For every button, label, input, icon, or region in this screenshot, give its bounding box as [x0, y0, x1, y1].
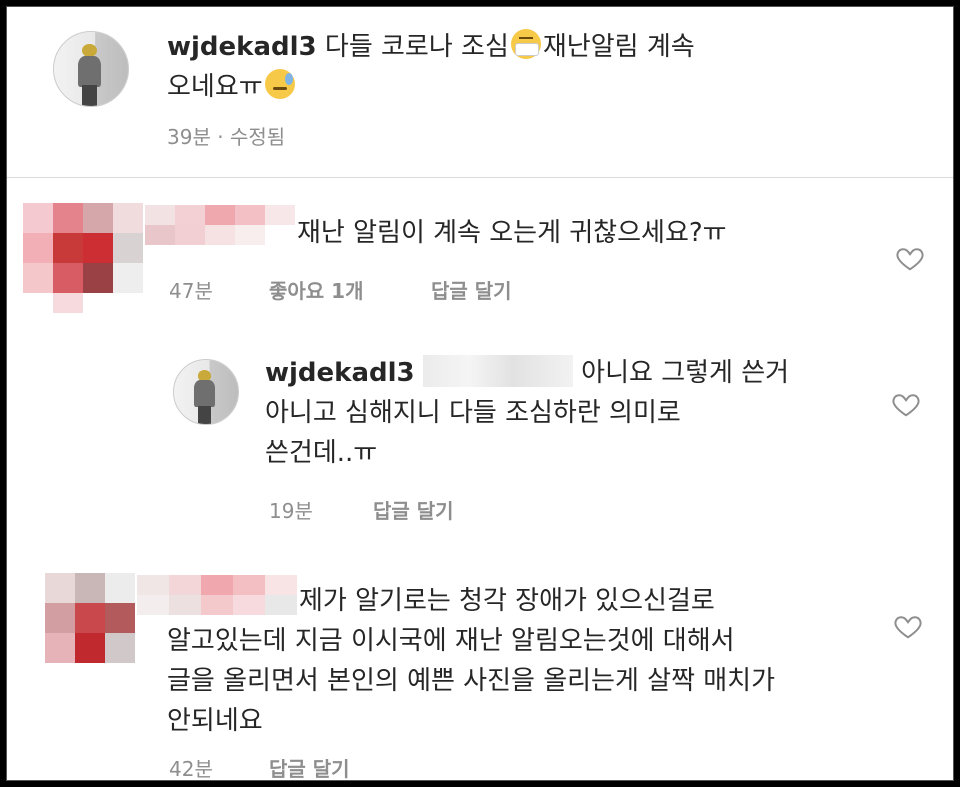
reply-1-time: 19분	[269, 499, 313, 523]
comment-1-blurred-username[interactable]	[145, 205, 295, 245]
caption-divider	[7, 177, 953, 178]
reply-text-line-3: 쓴건데..ㅠ	[265, 438, 378, 468]
sweat-face-emoji-icon	[264, 69, 295, 99]
screenshot-frame: wjdekadl3 다들 코로나 조심 재난알림 계속 오네요ㅠ 39분 · 수정…	[6, 6, 954, 781]
meta-separator: ·	[217, 125, 224, 149]
comment-2-text-line-3: 글을 올리면서 본인의 예쁜 사진을 올리는게 살짝 매치가	[167, 666, 776, 696]
reply-text-line-2: 아니고 심해지니 다들 조심하란 의미로	[265, 398, 681, 428]
comment-2: 제가 알기로는 청각 장애가 있으신걸로 알고있는데 지금 이시국에 재난 알림…	[167, 581, 887, 741]
reply-text-line-1: 아니요 그렇게 쓴거	[581, 358, 790, 388]
post-time: 39분	[167, 125, 211, 149]
reply-username[interactable]: wjdekadl3	[265, 358, 415, 388]
post-username[interactable]: wjdekadl3	[167, 32, 317, 62]
comment-1-reply-button[interactable]: 답글 달기	[431, 275, 512, 304]
post-edited-label: 수정됨	[229, 125, 286, 149]
comment-2-time: 42분	[169, 757, 213, 781]
comment-1-text: 재난 알림이 계속 오는게 귀찮으세요?ㅠ	[297, 218, 727, 248]
heart-outline-icon[interactable]	[895, 243, 925, 273]
heart-outline-icon[interactable]	[891, 389, 921, 419]
reply-blurred-mention	[422, 355, 573, 387]
reply-1: wjdekadl3 아니요 그렇게 쓴거 아니고 심해지니 다들 조심하란 의미…	[265, 353, 865, 473]
reply-author-avatar[interactable]	[173, 359, 239, 425]
post-author-avatar[interactable]	[53, 31, 129, 107]
comment-2-text-line-4: 안되네요	[167, 706, 263, 736]
comment-2-text-line-1: 제가 알기로는 청각 장애가 있으신걸로	[299, 586, 715, 616]
post-caption-text-2: 재난알림 계속	[542, 32, 695, 62]
comment-2-text-line-2: 알고있는데 지금 이시국에 재난 알림오는것에 대해서	[167, 626, 735, 656]
post-meta: 39분 · 수정됨	[167, 121, 285, 150]
post-caption-line-2: 오네요ㅠ	[167, 72, 263, 102]
comment-2-reply-button[interactable]: 답글 달기	[269, 753, 350, 780]
comment-1-blurred-avatar[interactable]	[23, 203, 143, 313]
heart-outline-icon[interactable]	[893, 611, 923, 641]
mask-face-emoji-icon	[510, 29, 541, 59]
comment-1-likes[interactable]: 좋아요 1개	[269, 275, 363, 304]
comment-1-time: 47분	[169, 279, 213, 303]
comment-2-blurred-avatar[interactable]	[45, 573, 135, 673]
reply-1-reply-button[interactable]: 답글 달기	[373, 495, 454, 524]
post-caption: wjdekadl3 다들 코로나 조심 재난알림 계속 오네요ㅠ	[167, 27, 887, 107]
post-caption-text-1: 다들 코로나 조심	[324, 32, 509, 62]
